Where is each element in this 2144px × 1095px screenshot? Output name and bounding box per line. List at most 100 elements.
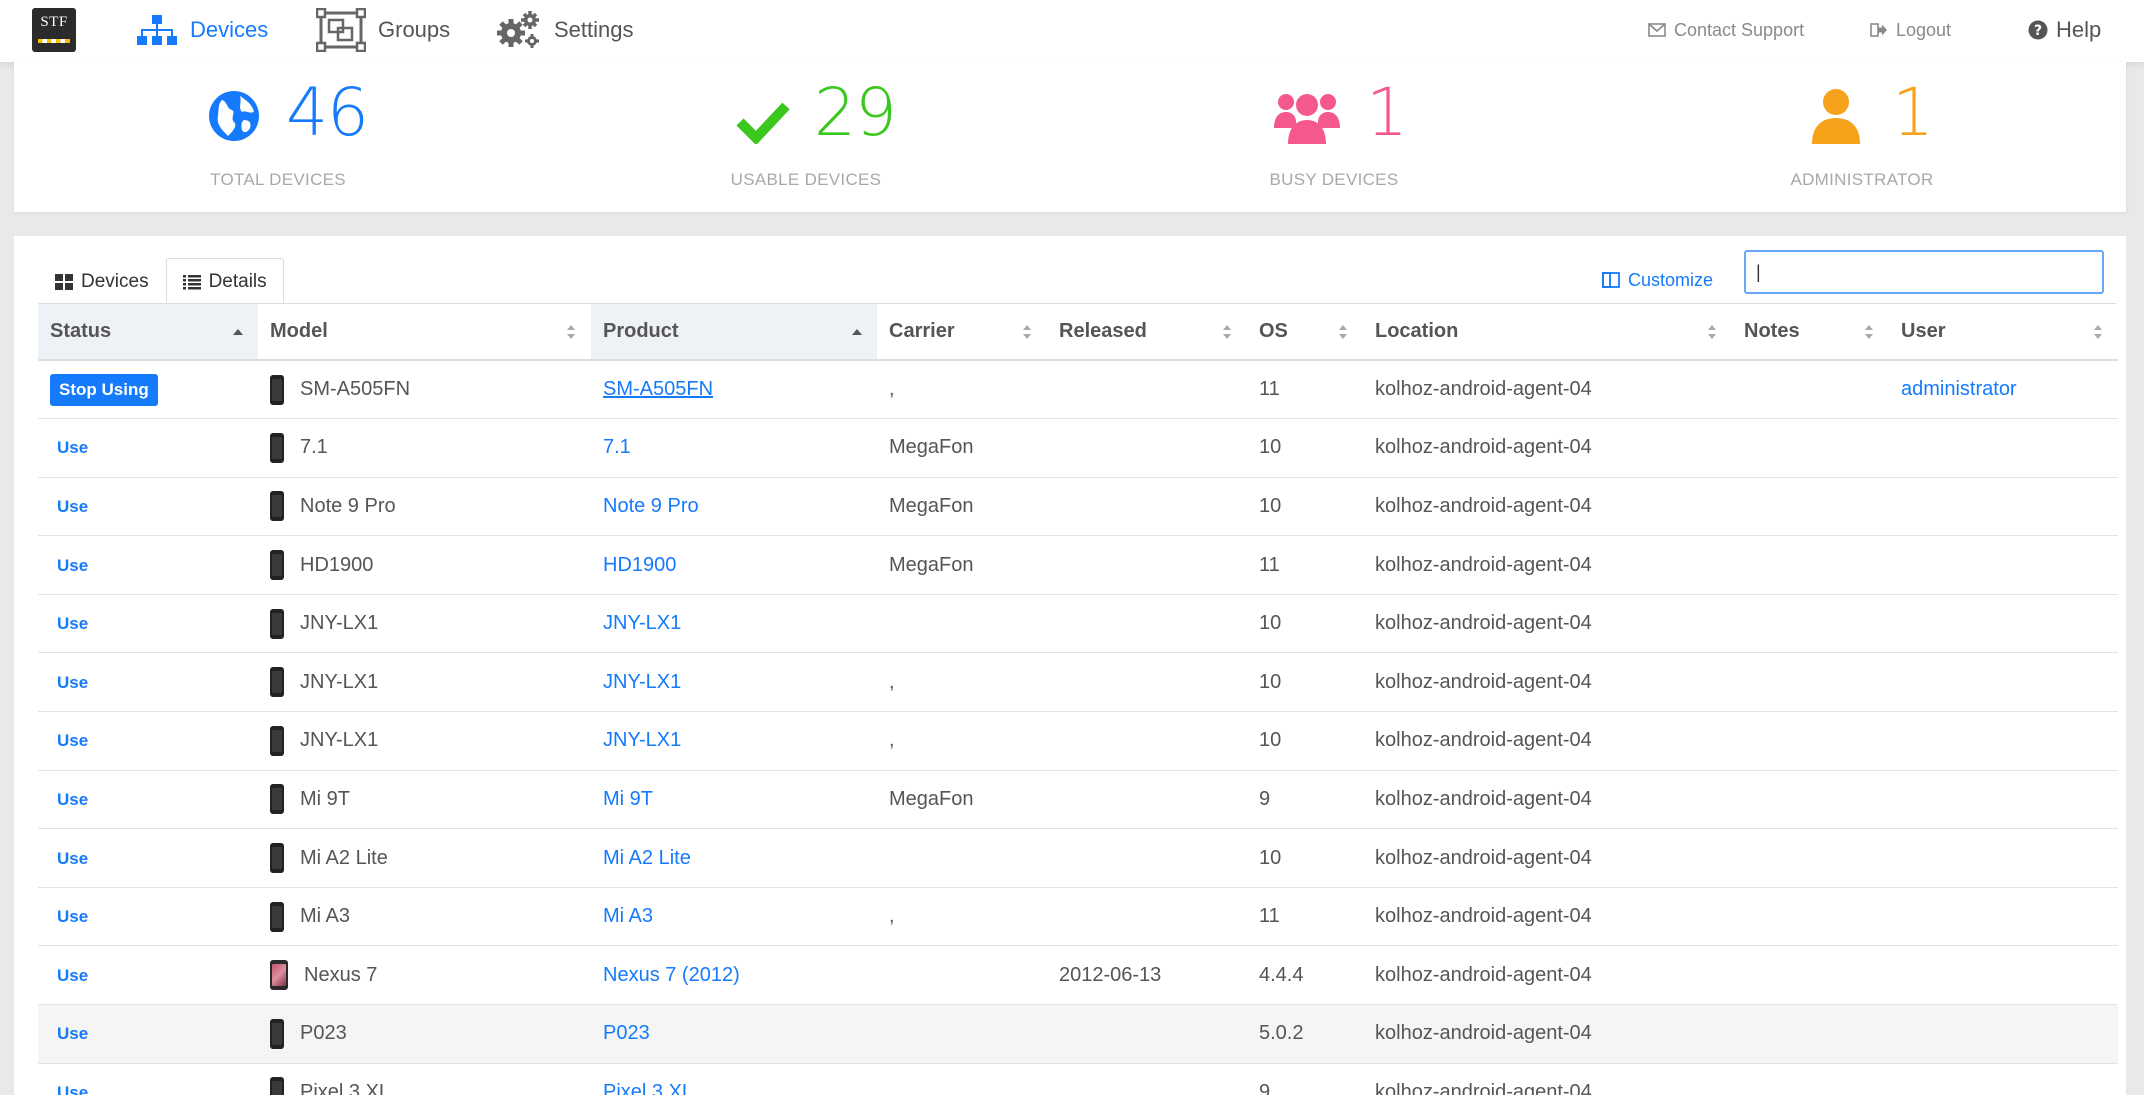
- table-row[interactable]: Use 7.1 7.1 MegaFon 10 kolhoz-android-agent-0…: [38, 418, 2118, 478]
- cell-os: 11: [1247, 535, 1363, 595]
- cell-location: kolhoz-android-agent-04: [1363, 1063, 1732, 1095]
- cell-carrier: [877, 1063, 1047, 1095]
- cell-notes[interactable]: [1732, 535, 1889, 595]
- tab-devices[interactable]: Devices: [38, 258, 166, 304]
- cell-user: [1889, 1063, 2118, 1095]
- th-large-icon: [55, 273, 73, 290]
- cell-notes[interactable]: [1732, 594, 1889, 654]
- table-row[interactable]: Use P023 P023 5.0.2 kolhoz-android-agent-04: [38, 1004, 2118, 1064]
- table-row[interactable]: Use Mi A3 Mi A3, 11 kolhoz-android-agent-04: [38, 887, 2118, 947]
- cell-notes[interactable]: [1732, 477, 1889, 537]
- column-header-carrier[interactable]: Carrier: [877, 304, 1047, 361]
- devices-panel: Devices Details Customize | Status Model…: [14, 236, 2126, 1095]
- stat-label: ADMINISTRATOR: [1790, 170, 1934, 189]
- use-button[interactable]: Use: [50, 790, 88, 809]
- column-header-os[interactable]: OS: [1247, 304, 1363, 361]
- use-button[interactable]: Use: [50, 497, 88, 516]
- use-button[interactable]: Use: [50, 438, 88, 457]
- column-header-notes[interactable]: Notes: [1732, 304, 1889, 361]
- product-link[interactable]: 7.1: [603, 436, 631, 458]
- use-button[interactable]: Use: [50, 614, 88, 633]
- cell-product: Nexus 7 (2012): [591, 945, 877, 1006]
- cell-notes[interactable]: [1732, 418, 1889, 478]
- device-search-input[interactable]: [1744, 250, 2104, 294]
- table-row[interactable]: Use Mi A2 Lite Mi A2 Lite 10 kolhoz-android-…: [38, 828, 2118, 888]
- product-link[interactable]: Pixel 3 XL: [603, 1081, 693, 1095]
- product-link[interactable]: JNY-LX1: [603, 612, 681, 634]
- use-button[interactable]: Use: [50, 731, 88, 750]
- table-row[interactable]: Stop Using SM-A505FN SM-A505FN, 11 kolhoz-an…: [38, 360, 2118, 420]
- sort-icon: [1865, 324, 1873, 339]
- column-header-model[interactable]: Model: [258, 304, 591, 361]
- product-link[interactable]: Mi A2 Lite: [603, 847, 691, 869]
- column-header-status[interactable]: Status: [38, 304, 258, 361]
- help-link[interactable]: ? Help: [2028, 0, 2101, 60]
- table-row[interactable]: Use Nexus 7 Nexus 7 (2012) 2012-06-13 4.4.4 k…: [38, 945, 2118, 1006]
- product-link[interactable]: P023: [603, 1022, 650, 1044]
- column-header-user[interactable]: User: [1889, 304, 2118, 361]
- nav-devices[interactable]: Devices: [136, 0, 268, 60]
- logout-link[interactable]: Logout: [1870, 0, 1951, 60]
- phone-icon: [270, 491, 284, 522]
- use-button[interactable]: Use: [50, 1083, 88, 1095]
- product-link[interactable]: Nexus 7 (2012): [603, 964, 740, 986]
- cell-status: Stop Using: [38, 360, 258, 420]
- table-row[interactable]: Use Mi 9T Mi 9T MegaFon 9 kolhoz-android-agen…: [38, 770, 2118, 830]
- column-header-released[interactable]: Released: [1047, 304, 1247, 361]
- cell-notes[interactable]: [1732, 887, 1889, 947]
- stop-using-button[interactable]: Stop Using: [50, 373, 158, 406]
- use-button[interactable]: Use: [50, 966, 88, 985]
- product-link[interactable]: JNY-LX1: [603, 729, 681, 751]
- stat-value: 1: [1892, 74, 1934, 151]
- product-link[interactable]: Mi A3: [603, 905, 653, 927]
- table-row[interactable]: Use JNY-LX1 JNY-LX1, 10 kolhoz-android-agent…: [38, 711, 2118, 771]
- table-row[interactable]: Use Note 9 Pro Note 9 Pro MegaFon 10 kolhoz-a…: [38, 477, 2118, 537]
- use-button[interactable]: Use: [50, 556, 88, 575]
- cell-os: 4.4.4: [1247, 945, 1363, 1006]
- stf-logo[interactable]: STF: [32, 8, 76, 52]
- cell-released: [1047, 770, 1247, 830]
- product-link[interactable]: Mi 9T: [603, 788, 653, 810]
- cell-user: [1889, 1004, 2118, 1064]
- product-link[interactable]: SM-A505FN: [603, 378, 713, 400]
- cell-notes[interactable]: [1732, 770, 1889, 830]
- customize-button[interactable]: Customize: [1602, 258, 1713, 302]
- sort-icon: [1023, 324, 1031, 339]
- model-name: JNY-LX1: [300, 612, 379, 635]
- use-button[interactable]: Use: [50, 673, 88, 692]
- cell-notes[interactable]: [1732, 711, 1889, 771]
- table-row[interactable]: Use Pixel 3 XL Pixel 3 XL 9 kolhoz-android-a…: [38, 1063, 2118, 1095]
- cell-os: 10: [1247, 594, 1363, 654]
- cell-carrier: [877, 594, 1047, 654]
- use-button[interactable]: Use: [50, 907, 88, 926]
- contact-support-link[interactable]: Contact Support: [1648, 0, 1804, 60]
- product-link[interactable]: HD1900: [603, 554, 676, 576]
- cell-notes[interactable]: [1732, 360, 1889, 420]
- cell-location: kolhoz-android-agent-04: [1363, 1004, 1732, 1064]
- product-link[interactable]: JNY-LX1: [603, 671, 681, 693]
- user-link[interactable]: administrator: [1901, 378, 2017, 400]
- nav-settings[interactable]: Settings: [494, 0, 634, 60]
- use-button[interactable]: Use: [50, 1024, 88, 1043]
- sort-icon: [1223, 324, 1231, 339]
- product-link[interactable]: Note 9 Pro: [603, 495, 699, 517]
- cell-os: 11: [1247, 887, 1363, 947]
- table-row[interactable]: Use JNY-LX1 JNY-LX1 10 kolhoz-android-agent-…: [38, 594, 2118, 654]
- column-header-product[interactable]: Product: [591, 304, 877, 361]
- devices-table-body: Stop Using SM-A505FN SM-A505FN, 11 kolhoz-an…: [38, 360, 2118, 1095]
- cell-product: JNY-LX1: [591, 711, 877, 771]
- tab-details[interactable]: Details: [165, 258, 284, 304]
- cell-carrier: [877, 828, 1047, 888]
- table-row[interactable]: Use JNY-LX1 JNY-LX1, 10 kolhoz-android-agent…: [38, 652, 2118, 713]
- use-button[interactable]: Use: [50, 849, 88, 868]
- cell-notes[interactable]: [1732, 1004, 1889, 1064]
- cell-notes[interactable]: [1732, 945, 1889, 1006]
- cell-notes[interactable]: [1732, 652, 1889, 713]
- cell-location: kolhoz-android-agent-04: [1363, 594, 1732, 654]
- nav-groups[interactable]: Groups: [316, 0, 450, 60]
- model-name: HD1900: [300, 553, 374, 576]
- column-header-location[interactable]: Location: [1363, 304, 1732, 361]
- table-row[interactable]: Use HD1900 HD1900 MegaFon 11 kolhoz-android-a…: [38, 535, 2118, 595]
- cell-notes[interactable]: [1732, 828, 1889, 888]
- cell-notes[interactable]: [1732, 1063, 1889, 1095]
